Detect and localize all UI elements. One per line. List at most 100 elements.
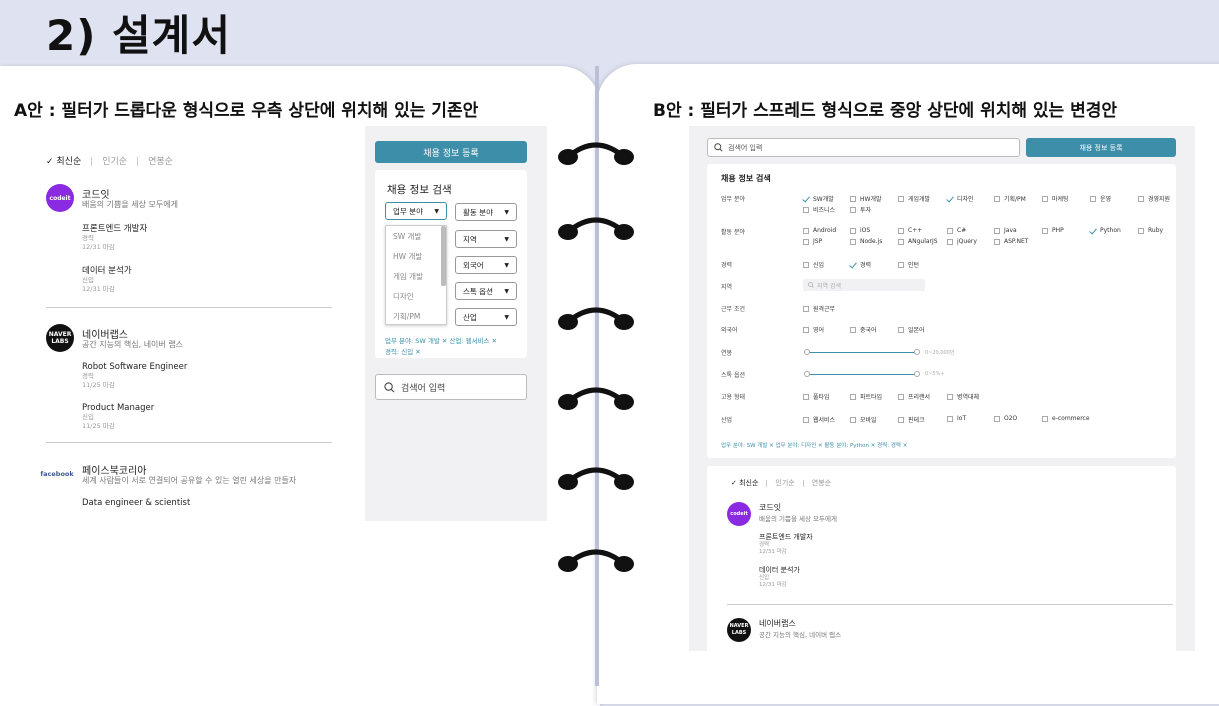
checkbox-icon (994, 415, 1000, 422)
checkbox-activity[interactable]: C# (947, 227, 966, 234)
checkbox-employment[interactable]: 병역대체 (947, 392, 979, 401)
checkbox-activity[interactable]: Android (803, 227, 836, 234)
sort-salary[interactable]: 연봉순 (148, 157, 173, 167)
job-title: 데이터 분석가 (759, 566, 800, 574)
checkbox-activity[interactable]: ANgularJS (898, 238, 938, 245)
salary-range-slider[interactable] (804, 349, 920, 355)
sort-salary[interactable]: 연봉순 (812, 479, 831, 487)
checkbox-work[interactable]: 투자 (850, 205, 871, 214)
checkbox-icon (898, 238, 904, 245)
checkbox-activity[interactable]: PHP (1042, 227, 1064, 234)
select-language[interactable]: 외국어 ▼ (455, 256, 517, 274)
checkbox-employment[interactable]: 파트타임 (850, 392, 882, 401)
register-job-button[interactable]: 채용 정보 등록 (375, 141, 527, 163)
select-region[interactable]: 지역 ▼ (455, 230, 517, 248)
binder-ring (558, 387, 634, 410)
checkbox-label: 중국어 (860, 327, 877, 334)
search-input[interactable]: 검색어 입력 (707, 138, 1020, 157)
checkbox-work[interactable]: HW개발 (850, 194, 882, 203)
select-work-field[interactable]: 업무 분야 ▼ (385, 202, 447, 220)
select-industry[interactable]: 산업 ▼ (455, 308, 517, 326)
job-item[interactable]: Data engineer & scientist (82, 498, 342, 508)
checkbox-checked-icon (803, 196, 809, 202)
checkbox-career[interactable]: 경력 (850, 260, 871, 269)
chip-line[interactable]: 경력: 신입 ✕ (385, 347, 497, 358)
checkbox-activity[interactable]: C++ (898, 227, 922, 234)
sort-popular[interactable]: 인기순 (102, 157, 127, 167)
job-item[interactable]: 데이터 분석가 신입 12/31 마감 (82, 264, 342, 294)
chip-line[interactable]: 업무 분야: SW 개발 ✕ 산업: 웹서비스 ✕ (385, 336, 497, 347)
select-label: 활동 분야 (463, 207, 493, 217)
job-item[interactable]: Robot Software Engineer 경력 11/25 마감 (82, 362, 342, 390)
select-activity-field[interactable]: 활동 분야 ▼ (455, 203, 517, 221)
checkbox-industry[interactable]: 핀테크 (898, 415, 925, 424)
slider-handle[interactable] (914, 349, 920, 355)
checkbox-activity[interactable]: Java (994, 227, 1017, 234)
checkbox-work[interactable]: SW개발 (803, 194, 834, 203)
checkbox-industry[interactable]: 모바일 (850, 415, 877, 424)
checkbox-work[interactable]: 경영지원 (1138, 194, 1170, 203)
job-career: 경력 (82, 372, 94, 380)
checkbox-employment[interactable]: 풀타임 (803, 392, 830, 401)
search-input[interactable]: 검색어 입력 (375, 374, 527, 400)
checkbox-industry[interactable]: IoT (947, 415, 966, 422)
dropdown-option[interactable]: 기획/PM (386, 306, 446, 324)
job-item[interactable]: 프론트엔드 개발자 경력 12/31 마감 (82, 222, 342, 252)
company-desc: 공간 지능의 핵심, 네이버 랩스 (759, 631, 842, 639)
checkbox-industry[interactable]: O2O (994, 415, 1017, 422)
sort-popular[interactable]: 인기순 (775, 479, 794, 487)
slider-handle[interactable] (804, 349, 810, 355)
checkbox-checked-icon (1090, 228, 1096, 234)
select-label: 산업 (463, 312, 477, 322)
checkbox-conditions[interactable]: 원격근무 (803, 304, 835, 313)
checkbox-career[interactable]: 인턴 (898, 260, 919, 269)
dropdown-scrollbar[interactable] (441, 226, 446, 286)
checkbox-activity[interactable]: iOS (850, 227, 870, 234)
checkbox-language[interactable]: 중국어 (850, 325, 877, 334)
select-stock-option[interactable]: 스톡 옵션 ▼ (455, 282, 517, 300)
checkbox-industry[interactable]: e-commerce (1042, 415, 1090, 422)
work-field-dropdown[interactable]: SW 개발 HW 개발 게임 개발 디자인 기획/PM (385, 225, 447, 325)
checkbox-work[interactable]: 기획/PM (994, 194, 1026, 203)
job-deadline: 11/25 마감 (82, 381, 115, 389)
checkbox-work[interactable]: 마케팅 (1042, 194, 1069, 203)
slider-handle[interactable] (804, 371, 810, 377)
register-job-button[interactable]: 채용 정보 등록 (1026, 138, 1176, 157)
selected-filter-chips[interactable]: 업무 분야: SW 개발 ✕ 산업: 웹서비스 ✕ 경력: 신입 ✕ (385, 336, 497, 358)
job-item[interactable]: 프론트엔드 개발자 경력 12/31 마감 (759, 532, 1019, 556)
job-item[interactable]: 데이터 분석가 신입 12/31 마감 (759, 565, 1019, 589)
checkbox-icon (898, 227, 904, 234)
checkbox-language[interactable]: 영어 (803, 325, 824, 334)
checkbox-work[interactable]: 운영 (1090, 194, 1111, 203)
checkbox-activity[interactable]: jQuery (947, 238, 977, 245)
checkbox-work[interactable]: 비즈니스 (803, 205, 835, 214)
checkbox-activity[interactable]: Node.js (850, 238, 882, 245)
checkbox-activity[interactable]: JSP (803, 238, 822, 245)
plan-a-mockup: ✓ 최신순 인기순 연봉순 codeit 코드잇 배움의 기쁨을 세상 모두에게 프… (12, 126, 547, 521)
checkbox-career[interactable]: 신입 (803, 260, 824, 269)
checkbox-activity[interactable]: Python (1090, 227, 1121, 234)
checkbox-industry[interactable]: 웹서비스 (803, 415, 835, 424)
search-icon (714, 143, 723, 152)
checkbox-work[interactable]: 게임개발 (898, 194, 930, 203)
checkbox-activity[interactable]: ASP.NET (994, 238, 1028, 245)
dropdown-option[interactable]: SW 개발 (386, 226, 446, 246)
selected-filter-chips[interactable]: 업무 분야: SW 개발 ✕ 업무 분야: 디자인 ✕ 활동 분야: Pytho… (721, 441, 907, 449)
dropdown-option[interactable]: 게임 개발 (386, 266, 446, 286)
slider-handle[interactable] (914, 371, 920, 377)
checkbox-language[interactable]: 일본어 (898, 325, 925, 334)
select-label: 스톡 옵션 (463, 286, 493, 296)
checkbox-icon (947, 415, 953, 422)
search-icon (384, 381, 395, 392)
dropdown-option[interactable]: HW 개발 (386, 246, 446, 266)
region-search-input[interactable]: 지역 검색 (803, 279, 925, 291)
checkbox-employment[interactable]: 프리랜서 (898, 392, 930, 401)
salary-range-value: 0~20,000만 (925, 350, 955, 356)
sort-latest[interactable]: ✓ 최신순 (46, 157, 81, 167)
stock-range-slider[interactable] (804, 371, 920, 377)
checkbox-work[interactable]: 디자인 (947, 194, 974, 203)
sort-latest[interactable]: ✓ 최신순 (731, 479, 758, 487)
checkbox-activity[interactable]: Ruby (1138, 227, 1163, 234)
dropdown-option[interactable]: 디자인 (386, 286, 446, 306)
job-item[interactable]: Product Manager 신입 11/25 마감 (82, 403, 342, 431)
